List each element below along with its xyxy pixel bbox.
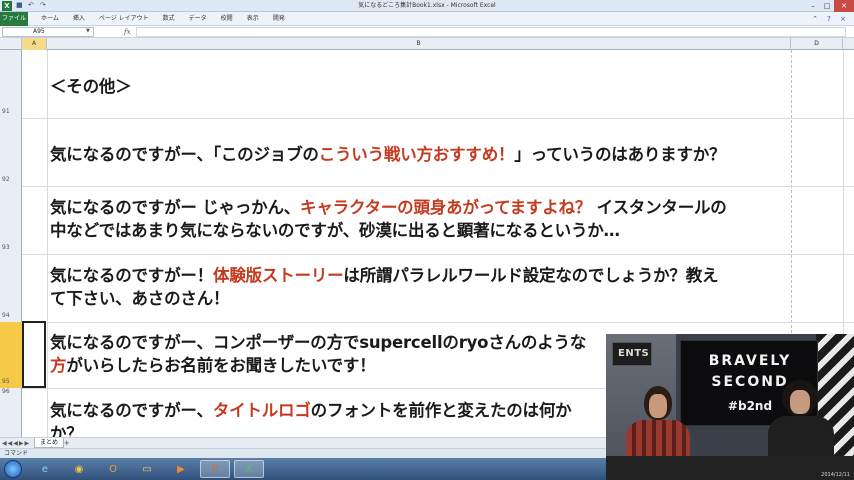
tab-developer[interactable]: 開発 xyxy=(266,12,292,26)
cell-b91[interactable]: ＜その他＞ xyxy=(50,75,790,98)
cell-b92[interactable]: 気になるのですがー、「このジョブのこういう戦い方おすすめ！」っていうのはあります… xyxy=(50,143,790,166)
maximize-button[interactable]: □ xyxy=(820,0,834,12)
row-header[interactable]: 93 xyxy=(0,186,22,254)
tab-formulas[interactable]: 数式 xyxy=(156,12,182,26)
column-header-b[interactable]: B xyxy=(47,38,791,50)
chrome-icon[interactable]: ◉ xyxy=(64,460,94,478)
column-headers: A B D xyxy=(0,38,854,50)
tab-file[interactable]: ファイル xyxy=(0,12,28,26)
cell-highlight-segment: タイトルロゴ xyxy=(212,401,311,420)
window-controls: – □ ✕ xyxy=(806,0,854,12)
internet-explorer-icon[interactable]: e xyxy=(30,460,60,478)
studio-table xyxy=(606,456,854,480)
tab-insert[interactable]: 挿入 xyxy=(66,12,92,26)
formula-input[interactable] xyxy=(136,27,846,37)
tab-data[interactable]: データ xyxy=(182,12,214,26)
status-bar: コマンド xyxy=(0,448,606,458)
window-title: 気になるどころ集計Book1.xlsx - Microsoft Excel xyxy=(358,2,496,9)
ribbon-help-icons: ⌃ ? × xyxy=(810,14,848,24)
row-headers: 91 92 93 94 95 96 xyxy=(0,50,22,448)
active-cell-a95[interactable] xyxy=(22,321,46,388)
webcam-overlay: ENTS BRAVELY SECOND #b2nd 2014/12/11 xyxy=(606,334,854,480)
folder-icon[interactable]: ▭ xyxy=(132,460,162,478)
ribbon-tabs: ファイル ホーム 挿入 ページ レイアウト 数式 データ 校閲 表示 開発 ⌃ … xyxy=(0,12,854,26)
cell-highlight-segment: 方 xyxy=(50,356,67,375)
cell-b94[interactable]: 気になるのですがー！体験版ストーリーは所謂パラレルワールド設定なのでしょうか？教… xyxy=(50,264,790,310)
row-divider xyxy=(22,186,854,187)
workbook-close-icon[interactable]: × xyxy=(838,14,848,24)
cell-b93[interactable]: 気になるのですがー じゃっかん、キャラクターの頭身あがってますよね？ イスタンタ… xyxy=(50,196,790,242)
cell-text-segment: 気になるのですがー！ xyxy=(50,266,214,285)
row-header[interactable]: 91 xyxy=(0,50,22,118)
cell-highlight-segment: キャラクターの頭身あがってますよね？ xyxy=(300,198,592,217)
broadcast-date: 2014/12/11 xyxy=(821,472,850,478)
tab-view[interactable]: 表示 xyxy=(240,12,266,26)
cell-text-segment: は所謂パラレルワールド設定なのでしょうか？教え xyxy=(343,266,719,285)
sheet-tab-bar: ◀◀◀▶▶ まとめ ✚ xyxy=(0,437,606,448)
help-icon[interactable]: ? xyxy=(824,14,834,24)
sheet-tab-active[interactable]: まとめ xyxy=(34,438,65,448)
chevron-down-icon[interactable]: ▼ xyxy=(86,28,90,34)
close-button[interactable]: ✕ xyxy=(834,0,854,12)
tab-home[interactable]: ホーム xyxy=(34,12,66,26)
cell-text-segment: のフォントを前作と変えたのは何か xyxy=(310,401,572,420)
column-header-d[interactable]: D xyxy=(791,38,843,50)
cell-highlight-segment: こういう戦い方おすすめ！ xyxy=(318,145,515,164)
presenter-face xyxy=(649,394,667,418)
cell-highlight-segment: 体験版ストーリー xyxy=(213,266,344,285)
sheet-nav-arrows[interactable]: ◀◀◀▶▶ xyxy=(2,439,30,448)
select-all-corner[interactable] xyxy=(0,38,22,50)
start-button[interactable] xyxy=(4,460,22,478)
cell-text-segment: て下さい、あさのさん！ xyxy=(50,289,230,308)
cell-text-segment: ＜その他＞ xyxy=(50,77,132,96)
insert-function-icon[interactable]: fx xyxy=(124,27,131,37)
cell-text-segment: 中などではあまり気にならないのですが、砂漠に出ると顕著になるというか… xyxy=(50,221,620,240)
powerpoint-icon[interactable]: P xyxy=(200,460,230,478)
title-bar: X ■ ↶ ↷ 気になるどころ集計Book1.xlsx - Microsoft … xyxy=(0,0,854,12)
tab-review[interactable]: 校閲 xyxy=(214,12,240,26)
cell-line: て下さい、あさのさん！ xyxy=(50,287,790,310)
tab-page-layout[interactable]: ページ レイアウト xyxy=(92,12,156,26)
row-header[interactable]: 95 xyxy=(0,322,22,388)
cell-text-segment: 」っていうのはありますか？ xyxy=(514,145,726,164)
cell-text-segment: がいらしたらお名前をお聞きしたいです！ xyxy=(66,356,376,375)
formula-bar: A95 ▼ fx xyxy=(0,26,854,38)
presenter-face xyxy=(790,390,810,414)
screen-title-line1: BRAVELY xyxy=(708,353,792,369)
minimize-button[interactable]: – xyxy=(806,0,820,12)
events-sign: ENTS xyxy=(612,342,652,366)
column-header-a[interactable]: A xyxy=(22,38,47,50)
events-sign-text: ENTS xyxy=(618,348,650,359)
media-player-icon[interactable]: ▶ xyxy=(166,460,196,478)
name-box[interactable]: A95 xyxy=(2,27,94,37)
excel-icon[interactable]: X xyxy=(234,460,264,478)
cell-text-segment: 気になるのですがー、コンポーザーの方でsupercellのryoさんのような xyxy=(50,333,587,352)
row-header[interactable]: 94 xyxy=(0,254,22,322)
cell-text-segment: 気になるのですがー じゃっかん、 xyxy=(50,198,301,217)
ribbon-minimize-icon[interactable]: ⌃ xyxy=(810,14,820,24)
cell-text-segment: 気になるのですがー、「このジョブの xyxy=(50,145,319,164)
cell-text-segment: 気になるのですがー、 xyxy=(50,401,213,420)
outlook-icon[interactable]: O xyxy=(98,460,128,478)
cell-line: 中などではあまり気にならないのですが、砂漠に出ると顕著になるというか… xyxy=(50,219,790,242)
row-divider xyxy=(22,118,854,119)
cell-line: 気になるのですがー じゃっかん、キャラクターの頭身あがってますよね？ イスタンタ… xyxy=(50,196,790,219)
cell-text-segment: イスタンタールの xyxy=(591,198,727,217)
row-divider xyxy=(22,322,854,323)
row-header[interactable]: 92 xyxy=(0,118,22,186)
add-sheet-icon[interactable]: ✚ xyxy=(64,439,69,448)
cell-line: 気になるのですがー！体験版ストーリーは所謂パラレルワールド設定なのでしょうか？教… xyxy=(50,264,790,287)
row-divider xyxy=(22,254,854,255)
